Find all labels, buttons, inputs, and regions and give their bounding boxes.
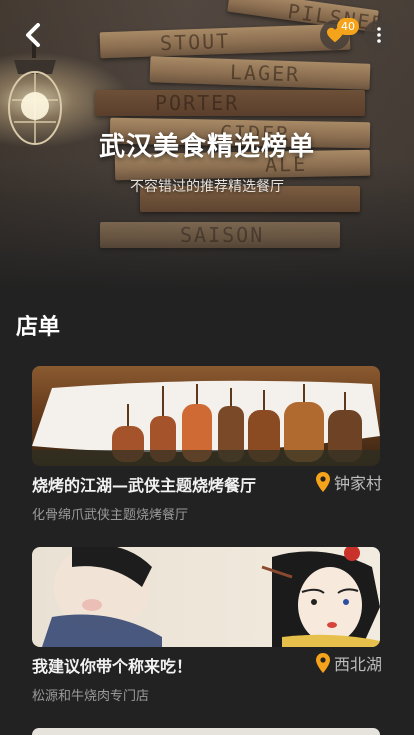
restaurant-card[interactable] [32,728,380,735]
restaurant-image[interactable] [32,728,380,735]
hero-sign-plank: SAISON [100,222,340,248]
hero-banner: PILSNER STOUT LAGER PORTER CIDER ALE SAI… [0,0,414,290]
location-label: 西北湖 [333,655,382,674]
favorite-count-badge: 40 [337,18,359,35]
page-subtitle: 不容错过的推荐精选餐厅 [130,179,284,195]
more-button[interactable] [364,20,394,50]
restaurant-image[interactable] [32,547,380,647]
restaurant-location: 钟家村 [315,470,382,494]
restaurant-card[interactable]: 我建议你带个称来吃！ 西北湖 松源和牛烧肉专门店 [32,547,382,704]
more-vertical-icon [377,27,381,43]
barbecue-skewers-photo [32,380,380,466]
hero-sign-plank: LAGER [149,56,371,90]
section-title: 店单 [16,315,61,340]
location-label: 钟家村 [333,474,382,493]
restaurant-description: 松源和牛烧肉专门店 [32,689,150,704]
restaurant-card[interactable]: 烧烤的江湖—武侠主题烧烤餐厅 钟家村 化骨绵爪武侠主题烧烤餐厅 [32,366,382,523]
restaurant-description: 化骨绵爪武侠主题烧烤餐厅 [32,508,189,523]
page-title: 武汉美食精选榜单 [98,132,315,162]
location-pin-icon [315,472,330,492]
restaurant-image[interactable] [32,366,380,466]
hero-sign-plank: STOUT [99,23,351,59]
restaurant-location: 西北湖 [315,651,382,675]
ink-painting-portrait-photo [42,547,380,647]
hero-sign-plank: PORTER [95,90,365,116]
location-pin-icon [315,653,330,673]
back-button[interactable] [18,20,48,50]
restaurant-name[interactable]: 我建议你带个称来吃！ [32,653,192,677]
restaurant-name[interactable]: 烧烤的江湖—武侠主题烧烤餐厅 [32,472,256,496]
chevron-left-icon [26,23,40,47]
